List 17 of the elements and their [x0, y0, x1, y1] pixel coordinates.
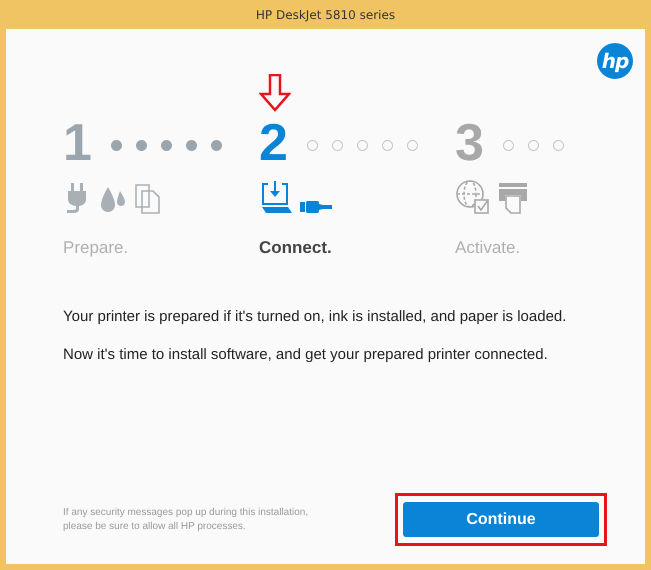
instruction-text: Your printer is prepared if it's turned on, ink is installed, and paper is loaded.	[63, 308, 568, 325]
step-number: 3	[455, 117, 485, 169]
step-label: Connect.	[259, 238, 333, 258]
instruction-text: Now it's time to install software, and get your prepared printer connected.	[63, 346, 549, 363]
continue-button[interactable]: Continue	[403, 502, 599, 537]
pages-icon	[133, 181, 163, 215]
step-label: Activate.	[455, 238, 522, 258]
window-title: HP DeskJet 5810 series	[256, 8, 396, 22]
step-number: 1	[63, 117, 93, 169]
security-note: If any security messages pop up during this installation, please be sure to allow all HP processes.	[63, 506, 310, 534]
printer-icon	[497, 181, 529, 215]
globe-check-icon	[455, 179, 491, 215]
logo: hp	[597, 43, 633, 79]
laptop-download-icon	[259, 179, 293, 215]
step-label: Prepare.	[63, 238, 130, 258]
usb-plug-icon	[299, 199, 333, 215]
step-number: 2	[259, 117, 289, 169]
